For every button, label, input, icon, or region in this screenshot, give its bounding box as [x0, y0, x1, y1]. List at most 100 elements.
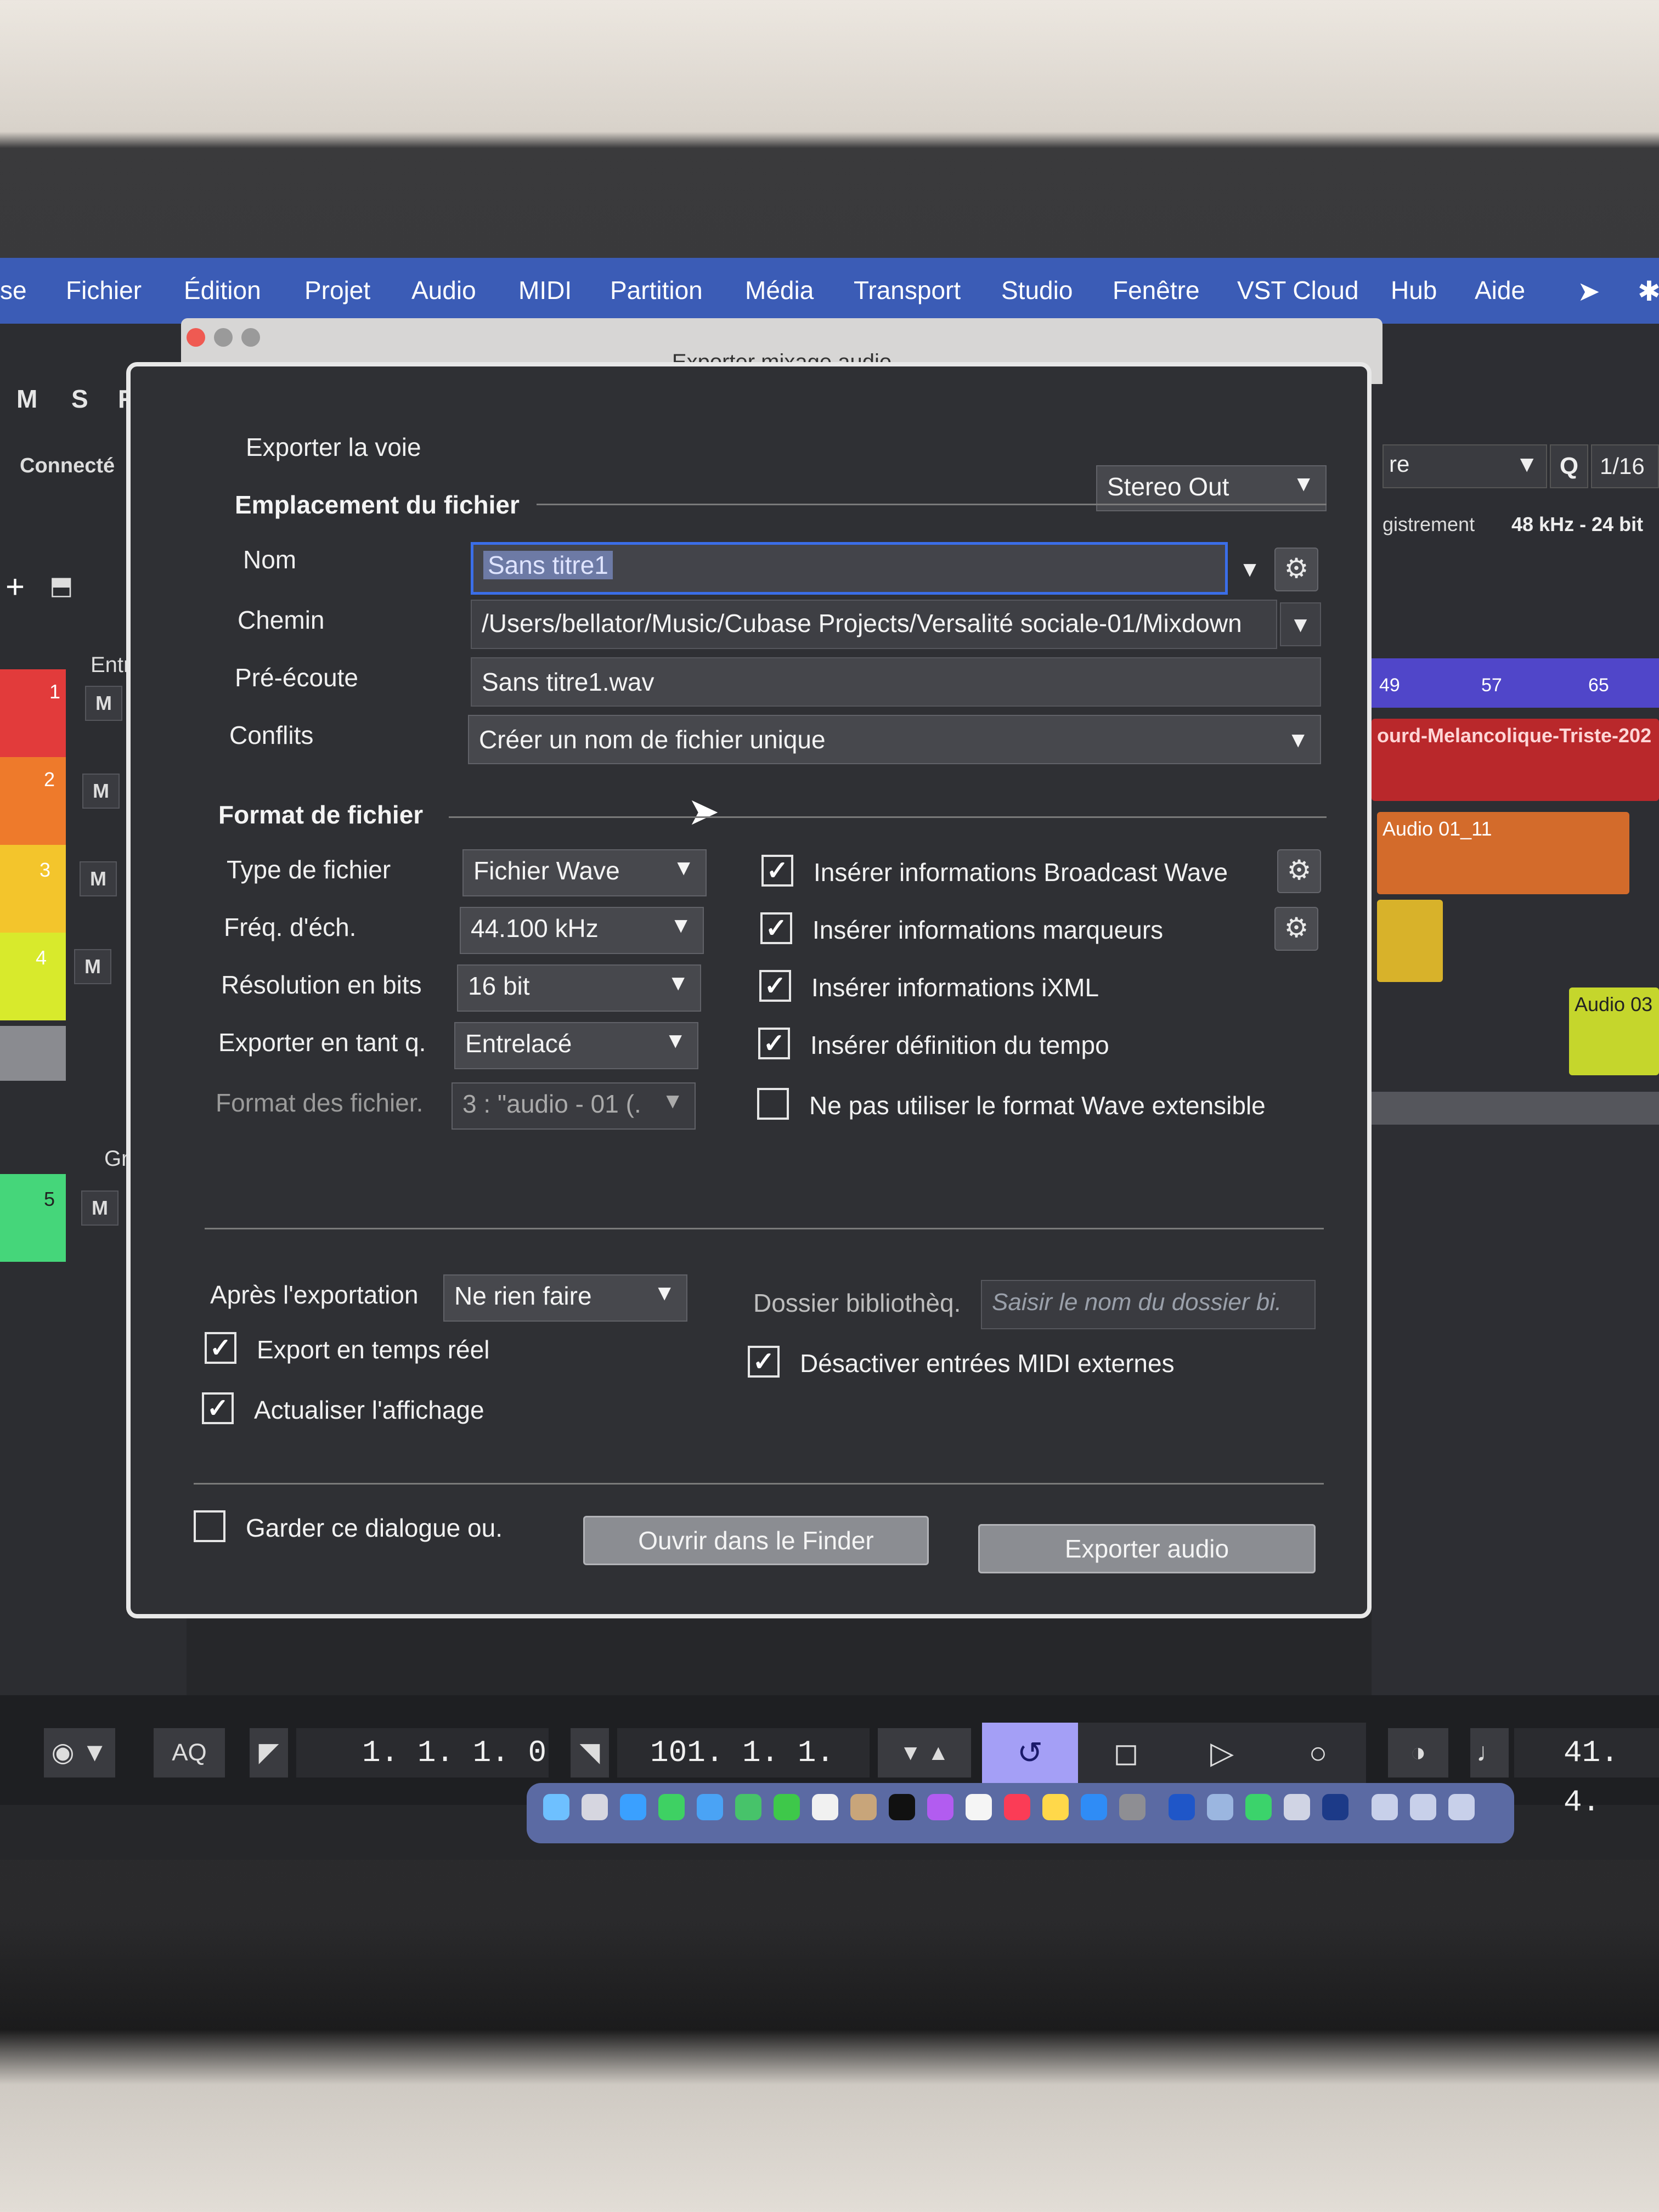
track-4-color[interactable]: [0, 933, 66, 1020]
sample-rate-dropdown[interactable]: 44.100 kHz ▼: [460, 907, 704, 954]
minimize-window-icon[interactable]: [214, 328, 233, 347]
bit-depth-dropdown[interactable]: 16 bit ▼: [457, 964, 701, 1012]
cycle-button[interactable]: ↺: [982, 1723, 1078, 1783]
disable-midi-inputs-checkbox[interactable]: ✓: [748, 1346, 780, 1378]
menu-item-studio[interactable]: Studio: [1001, 275, 1073, 305]
track-2-color[interactable]: [0, 757, 66, 845]
folder-icon-dock[interactable]: [1372, 1794, 1398, 1820]
contacts-icon[interactable]: [850, 1794, 877, 1820]
launchpad-icon[interactable]: [582, 1794, 608, 1820]
note-icon[interactable]: ♩: [1470, 1728, 1509, 1778]
trash-icon[interactable]: [1448, 1794, 1475, 1820]
tempo-field[interactable]: 41. 4.: [1514, 1728, 1659, 1820]
notes-icon[interactable]: [1042, 1794, 1069, 1820]
menu-item-media[interactable]: Média: [745, 275, 814, 305]
menu-item-vst-cloud[interactable]: VST Cloud: [1237, 275, 1359, 305]
punch-in-out-icon[interactable]: ▼ ▲: [878, 1728, 971, 1778]
path-history-dropdown[interactable]: ▼: [1280, 602, 1321, 646]
quantize-preset-dropdown[interactable]: re ▼: [1383, 444, 1547, 488]
keep-dialog-open-checkbox[interactable]: [194, 1510, 225, 1542]
preview-icon[interactable]: [1284, 1794, 1310, 1820]
midi-input-icon[interactable]: ◉ ▼: [44, 1728, 115, 1778]
zoom-window-icon[interactable]: [241, 328, 260, 347]
finder-icon[interactable]: [543, 1794, 569, 1820]
right-locator-icon[interactable]: ◥: [571, 1728, 609, 1778]
menu-item-fichier[interactable]: Fichier: [66, 275, 142, 305]
library-folder-input[interactable]: Saisir le nom du dossier bi.: [981, 1280, 1316, 1329]
markers-checkbox[interactable]: ✓: [760, 912, 792, 944]
export-as-dropdown[interactable]: Entrelacé ▼: [454, 1022, 698, 1069]
solo-all-button[interactable]: S: [71, 384, 88, 414]
downloads-icon[interactable]: [1410, 1794, 1436, 1820]
ixml-checkbox[interactable]: ✓: [759, 970, 791, 1002]
name-history-dropdown[interactable]: ▼: [1233, 550, 1266, 589]
folder-icon[interactable]: ⬒: [49, 571, 73, 600]
steinberg-icon[interactable]: [1322, 1794, 1348, 1820]
podcasts-icon[interactable]: [927, 1794, 953, 1820]
conflicts-dropdown[interactable]: Créer un nom de fichier unique ▼: [468, 715, 1321, 764]
record-button[interactable]: ○: [1270, 1723, 1366, 1783]
left-locator-icon[interactable]: ◤: [250, 1728, 288, 1778]
menu-item-transport[interactable]: Transport: [854, 275, 961, 305]
timeline-ruler[interactable]: 49 57 65: [1372, 658, 1659, 708]
broadcast-wave-gear-icon[interactable]: ⚙: [1277, 849, 1321, 893]
mail-icon[interactable]: [697, 1794, 723, 1820]
calendar-icon[interactable]: [812, 1794, 838, 1820]
track-3-mute-button[interactable]: M: [80, 861, 117, 896]
auto-quantize-button[interactable]: AQ: [154, 1728, 225, 1778]
cubase-icon[interactable]: [1169, 1794, 1195, 1820]
track-4-mute-button[interactable]: M: [74, 949, 111, 984]
play-button[interactable]: ▷: [1174, 1723, 1270, 1783]
wave-extensible-checkbox[interactable]: [757, 1088, 789, 1120]
menu-item-partition[interactable]: Partition: [610, 275, 703, 305]
file-format-dropdown[interactable]: 3 : "audio - 01 (. ▼: [452, 1082, 696, 1130]
update-display-checkbox[interactable]: ✓: [202, 1392, 234, 1424]
messages-icon[interactable]: [658, 1794, 685, 1820]
metronome-icon[interactable]: ◑: [1388, 1728, 1448, 1778]
audio-clip-track-3[interactable]: [1377, 900, 1443, 982]
name-input[interactable]: Sans titre1: [471, 542, 1228, 595]
menu-item-projet[interactable]: Projet: [304, 275, 370, 305]
stop-button[interactable]: ◻: [1078, 1723, 1174, 1783]
audio-clip-track-2[interactable]: Audio 01_11: [1377, 812, 1629, 894]
markers-gear-icon[interactable]: ⚙: [1274, 907, 1318, 951]
export-audio-button[interactable]: Exporter audio: [978, 1524, 1316, 1573]
open-in-finder-button[interactable]: Ouvrir dans le Finder: [583, 1516, 929, 1565]
menu-item-midi[interactable]: MIDI: [518, 275, 572, 305]
reminders-icon[interactable]: [966, 1794, 992, 1820]
whatsapp-icon[interactable]: [1245, 1794, 1272, 1820]
music-icon[interactable]: [1004, 1794, 1030, 1820]
left-locator-field[interactable]: 1. 1. 1. 0: [296, 1728, 549, 1778]
track-5-color[interactable]: [0, 1174, 66, 1262]
tempo-definition-checkbox[interactable]: ✓: [758, 1028, 790, 1059]
apple-tv-icon[interactable]: [889, 1794, 915, 1820]
add-track-icon[interactable]: +: [5, 568, 25, 606]
track-3-color[interactable]: [0, 845, 66, 933]
after-export-dropdown[interactable]: Ne rien faire ▼: [443, 1274, 687, 1322]
track-2-mute-button[interactable]: M: [82, 774, 120, 809]
quantize-button[interactable]: Q: [1550, 444, 1588, 488]
track-5-mute-button[interactable]: M: [81, 1190, 119, 1226]
close-window-icon[interactable]: [187, 328, 205, 347]
audio-clip-track-1[interactable]: ourd-Melancolique-Triste-202: [1372, 719, 1659, 801]
path-input[interactable]: /Users/bellator/Music/Cubase Projects/Ve…: [471, 600, 1277, 649]
right-locator-field[interactable]: 101. 1. 1. 0: [617, 1728, 870, 1820]
menu-item-audio[interactable]: Audio: [411, 275, 476, 305]
audio-clip-track-4[interactable]: Audio 03: [1569, 988, 1659, 1075]
menu-item-aide[interactable]: Aide: [1475, 275, 1525, 305]
broadcast-wave-checkbox[interactable]: ✓: [761, 855, 793, 887]
quantize-value[interactable]: 1/16: [1591, 444, 1659, 488]
menu-item-fenetre[interactable]: Fenêtre: [1113, 275, 1200, 305]
file-type-dropdown[interactable]: Fichier Wave ▼: [462, 849, 707, 896]
realtime-export-checkbox[interactable]: ✓: [205, 1332, 236, 1364]
mute-all-button[interactable]: M: [16, 384, 37, 414]
bluetooth-icon[interactable]: ✱: [1638, 275, 1659, 307]
facetime-icon[interactable]: [774, 1794, 800, 1820]
menu-item-hub[interactable]: Hub: [1391, 275, 1437, 305]
name-scheme-gear-icon[interactable]: ⚙: [1274, 548, 1318, 591]
system-settings-icon[interactable]: [1119, 1794, 1146, 1820]
menu-item-edition[interactable]: Édition: [184, 275, 261, 305]
safari-icon[interactable]: [620, 1794, 646, 1820]
menu-item-cubase[interactable]: se: [0, 275, 27, 305]
maps-icon[interactable]: [735, 1794, 761, 1820]
